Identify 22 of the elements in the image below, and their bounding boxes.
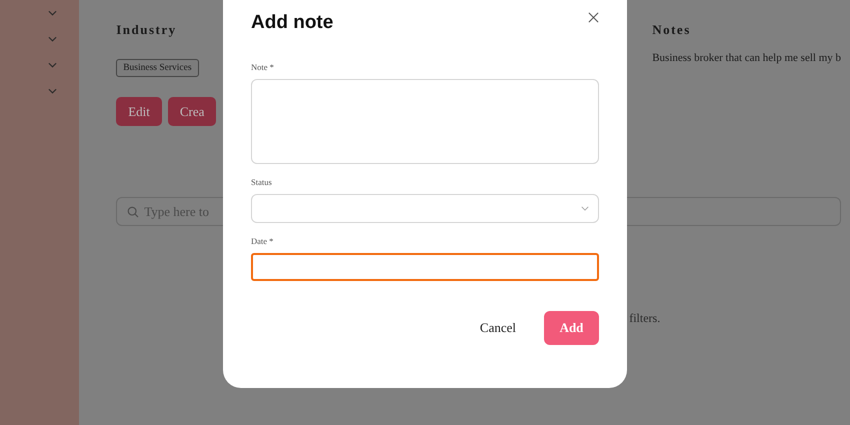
field-label: Date * bbox=[251, 236, 274, 246]
chevron-icon[interactable] bbox=[48, 62, 58, 68]
search-icon bbox=[127, 206, 140, 218]
chevron-icon[interactable] bbox=[48, 10, 58, 16]
action-button[interactable]: Crea bbox=[168, 97, 216, 126]
field-label: Note * bbox=[251, 62, 275, 72]
close-icon[interactable] bbox=[588, 12, 599, 23]
field-label: Status bbox=[251, 177, 273, 187]
cancel-button[interactable]: Cancel bbox=[474, 319, 522, 337]
add-button[interactable]: Add bbox=[544, 311, 599, 345]
industry-tag: Business Services bbox=[116, 59, 199, 77]
action-button[interactable]: Edit bbox=[116, 97, 162, 126]
note-textarea[interactable] bbox=[251, 79, 599, 164]
status-select[interactable] bbox=[251, 194, 599, 223]
empty-message: filters. bbox=[629, 311, 660, 325]
chevron-icon[interactable] bbox=[48, 36, 58, 42]
section-heading: Notes bbox=[652, 22, 692, 38]
dialog-title: Add note bbox=[251, 12, 334, 34]
chevron-icon[interactable] bbox=[48, 88, 58, 94]
notes-text: Business broker that can help me sell my b bbox=[652, 52, 841, 64]
chevron-icon bbox=[581, 206, 589, 211]
date-input[interactable] bbox=[251, 253, 599, 281]
